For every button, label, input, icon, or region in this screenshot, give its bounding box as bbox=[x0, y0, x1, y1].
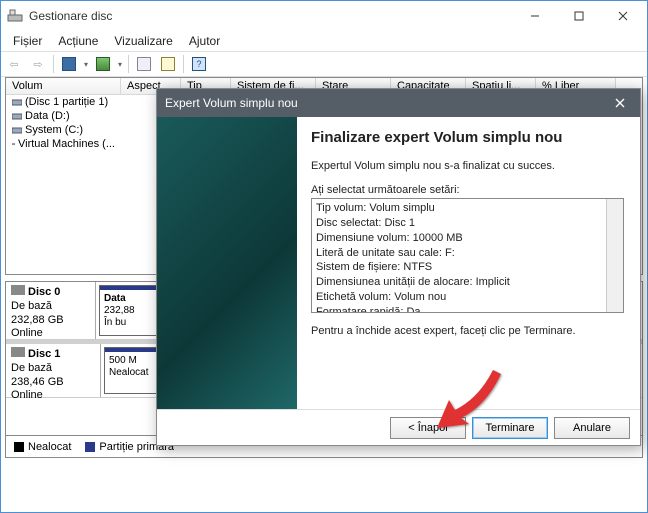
view-bottom-icon[interactable] bbox=[92, 53, 114, 75]
toolbar: ⇦ ⇨ ▾ ▾ ? bbox=[1, 51, 647, 77]
wizard-titlebar: Expert Volum simplu nou bbox=[157, 89, 640, 117]
partition[interactable]: 500 MNealocat bbox=[104, 347, 159, 394]
forward-button[interactable]: ⇨ bbox=[27, 53, 49, 75]
settings-line: Disc selectat: Disc 1 bbox=[316, 216, 619, 231]
disk-label: Disc 0De bază232,88 GBOnline bbox=[6, 282, 96, 339]
settings-line: Sistem de fișiere: NTFS bbox=[316, 260, 619, 275]
menu-view[interactable]: Vizualizare bbox=[106, 32, 180, 50]
separator bbox=[183, 55, 184, 73]
goto-icon[interactable] bbox=[133, 53, 155, 75]
back-button[interactable]: ⇦ bbox=[3, 53, 25, 75]
menu-file[interactable]: Fișier bbox=[5, 32, 50, 50]
separator bbox=[128, 55, 129, 73]
menu-help[interactable]: Ajutor bbox=[181, 32, 228, 50]
wizard-sidebar-graphic bbox=[157, 117, 297, 409]
wizard-footer: < Înapoi Terminare Anulare bbox=[157, 409, 640, 446]
app-icon bbox=[7, 8, 23, 24]
settings-line: Formatare rapidă: Da bbox=[316, 305, 619, 313]
refresh-icon[interactable] bbox=[157, 53, 179, 75]
col-volum[interactable]: Volum bbox=[6, 78, 121, 95]
help-icon[interactable]: ? bbox=[188, 53, 210, 75]
minimize-button[interactable] bbox=[513, 1, 557, 31]
wizard-heading: Finalizare expert Volum simplu nou bbox=[311, 129, 624, 146]
wizard-title: Expert Volum simplu nou bbox=[165, 96, 298, 110]
legend-unalloc: Nealocat bbox=[14, 441, 71, 453]
menu-action[interactable]: Acțiune bbox=[50, 32, 106, 50]
menubar: Fișier Acțiune Vizualizare Ajutor bbox=[1, 31, 647, 51]
cancel-button[interactable]: Anulare bbox=[554, 417, 630, 439]
chevron-down-icon[interactable]: ▾ bbox=[82, 53, 90, 75]
wizard-close-hint: Pentru a închide acest expert, faceți cl… bbox=[311, 325, 624, 337]
titlebar: Gestionare disc bbox=[1, 1, 647, 31]
settings-line: Literă de unitate sau cale: F: bbox=[316, 246, 619, 261]
finish-button[interactable]: Terminare bbox=[472, 417, 548, 439]
view-top-icon[interactable] bbox=[58, 53, 80, 75]
wizard-settings-list[interactable]: Tip volum: Volum simpluDisc selectat: Di… bbox=[311, 198, 624, 313]
wizard-success-text: Expertul Volum simplu nou s-a finalizat … bbox=[311, 160, 624, 172]
disk-label: Disc 1De bază238,46 GBOnline bbox=[6, 344, 101, 397]
settings-line: Etichetă volum: Volum nou bbox=[316, 290, 619, 305]
close-button[interactable] bbox=[601, 1, 645, 31]
wizard-content: Finalizare expert Volum simplu nou Exper… bbox=[297, 117, 640, 409]
settings-line: Dimensiunea unității de alocare: Implici… bbox=[316, 275, 619, 290]
wizard-close-icon[interactable] bbox=[608, 93, 632, 113]
back-button[interactable]: < Înapoi bbox=[390, 417, 466, 439]
settings-line: Dimensiune volum: 10000 MB bbox=[316, 231, 619, 246]
window-title: Gestionare disc bbox=[29, 9, 513, 23]
wizard-dialog: Expert Volum simplu nou Finalizare exper… bbox=[156, 88, 641, 446]
separator bbox=[53, 55, 54, 73]
settings-line: Tip volum: Volum simplu bbox=[316, 201, 619, 216]
chevron-down-icon[interactable]: ▾ bbox=[116, 53, 124, 75]
wizard-selected-label: Ați selectat următoarele setări: bbox=[311, 184, 624, 196]
maximize-button[interactable] bbox=[557, 1, 601, 31]
